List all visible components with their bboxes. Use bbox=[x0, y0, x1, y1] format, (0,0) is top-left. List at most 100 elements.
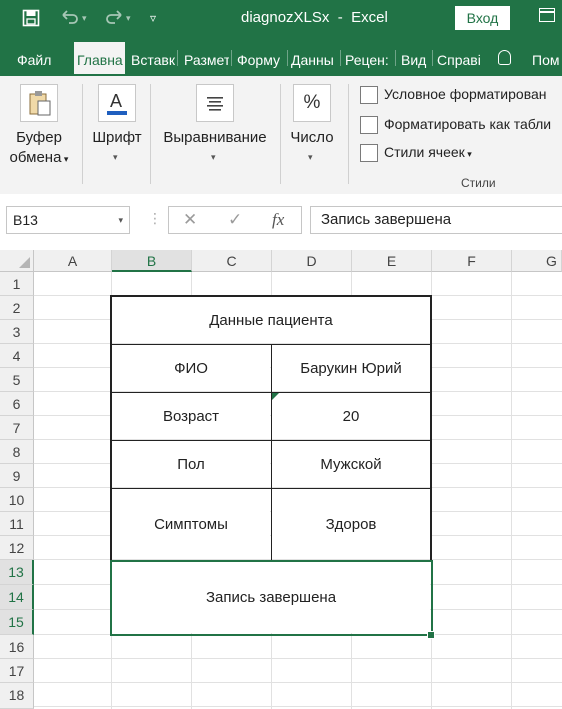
group-separator bbox=[348, 84, 349, 184]
save-icon[interactable] bbox=[22, 9, 40, 32]
tab-data[interactable]: Данны bbox=[291, 36, 339, 76]
chevron-down-icon[interactable]: ▾ bbox=[113, 152, 118, 163]
tab-page-layout[interactable]: Размет bbox=[184, 36, 229, 76]
tab-file[interactable]: Файл bbox=[17, 36, 57, 76]
redo-icon[interactable] bbox=[104, 9, 124, 30]
clipboard-label-line2: обмена bbox=[9, 149, 62, 166]
name-box[interactable]: B13 ▾ bbox=[6, 206, 130, 234]
window-title: diagnozXLSx - Excel bbox=[241, 9, 388, 26]
name-box-value: B13 bbox=[13, 212, 38, 228]
table-border bbox=[111, 295, 112, 561]
column-header[interactable]: G bbox=[512, 250, 562, 272]
select-all-button[interactable] bbox=[0, 250, 34, 272]
column-header[interactable]: A bbox=[34, 250, 112, 272]
title-separator: - bbox=[337, 9, 343, 26]
row-header[interactable]: 11 bbox=[0, 512, 34, 536]
error-indicator-icon[interactable] bbox=[272, 393, 279, 400]
undo-dropdown-icon[interactable]: ▾ bbox=[82, 9, 87, 27]
format-as-table-icon bbox=[360, 116, 378, 135]
formula-input[interactable]: Запись завершена bbox=[310, 206, 562, 234]
row-header[interactable]: 6 bbox=[0, 392, 34, 416]
format-as-table-button[interactable]: Форматировать как табли bbox=[360, 116, 551, 138]
alignment-icon[interactable] bbox=[196, 84, 234, 122]
row-header[interactable]: 18 bbox=[0, 683, 34, 709]
formula-bar-grip-icon[interactable]: ⋮ bbox=[148, 210, 162, 227]
row-header[interactable]: 1 bbox=[0, 272, 34, 296]
alignment-group-label[interactable]: Выравнивание bbox=[158, 128, 272, 148]
gridline bbox=[34, 682, 562, 683]
lightbulb-icon[interactable] bbox=[498, 50, 511, 65]
tab-separator bbox=[432, 50, 433, 66]
app-name: Excel bbox=[351, 9, 388, 26]
tab-insert[interactable]: Вставк bbox=[131, 36, 176, 76]
row-header[interactable]: 15 bbox=[0, 610, 34, 635]
enter-icon[interactable]: ✓ bbox=[228, 210, 242, 230]
chevron-down-icon[interactable]: ▾ bbox=[118, 207, 123, 233]
row-header[interactable]: 14 bbox=[0, 585, 34, 610]
row-header[interactable]: 16 bbox=[0, 635, 34, 659]
column-header[interactable]: E bbox=[352, 250, 432, 272]
value-cell-symptoms[interactable]: Здоров bbox=[272, 489, 430, 559]
tab-separator bbox=[177, 50, 178, 66]
format-as-table-label: Форматировать как табли bbox=[384, 116, 552, 132]
row-header[interactable]: 9 bbox=[0, 464, 34, 488]
styles-group-caption: Стили bbox=[461, 176, 496, 190]
cancel-icon[interactable]: ✕ bbox=[183, 210, 197, 230]
tab-tell-me[interactable]: Пом bbox=[532, 36, 562, 76]
column-header[interactable]: B bbox=[112, 250, 192, 272]
chevron-down-icon[interactable]: ▾ bbox=[308, 152, 313, 163]
tab-separator bbox=[231, 50, 232, 66]
table-border bbox=[110, 296, 432, 297]
ribbon: Буфер обмена ▾ A Шрифт ▾ Выравнивание ▾ … bbox=[0, 76, 562, 195]
formula-bar: B13 ▾ ⋮ ✕ ✓ fx Запись завершена bbox=[0, 194, 562, 250]
chevron-down-icon: ▾ bbox=[61, 154, 69, 164]
row-header[interactable]: 10 bbox=[0, 488, 34, 512]
row-header[interactable]: 2 bbox=[0, 296, 34, 320]
value-cell-name[interactable]: Барукин Юрий bbox=[272, 345, 430, 391]
clipboard-icon[interactable] bbox=[20, 84, 58, 122]
tab-formulas[interactable]: Форму bbox=[237, 36, 285, 76]
table-border bbox=[431, 295, 432, 561]
undo-icon[interactable] bbox=[60, 9, 80, 30]
percent-icon[interactable]: % bbox=[293, 84, 331, 122]
font-icon[interactable]: A bbox=[98, 84, 136, 122]
number-group-label[interactable]: Число bbox=[284, 128, 340, 148]
table-title-cell[interactable]: Данные пациента bbox=[112, 297, 430, 343]
tab-review[interactable]: Рецен: bbox=[345, 36, 393, 76]
ribbon-display-options-icon[interactable] bbox=[539, 8, 555, 22]
value-cell-sex[interactable]: Мужской bbox=[272, 441, 430, 487]
insert-function-icon[interactable]: fx bbox=[272, 210, 284, 230]
tab-help[interactable]: Справі bbox=[437, 36, 485, 76]
value-cell-age[interactable]: 20 bbox=[272, 393, 430, 439]
sign-in-button[interactable]: Вход bbox=[455, 6, 510, 30]
font-group-label[interactable]: Шрифт bbox=[88, 128, 146, 148]
row-header[interactable]: 7 bbox=[0, 416, 34, 440]
cell-styles-label: Стили ячеек bbox=[384, 144, 465, 160]
row-header[interactable]: 4 bbox=[0, 344, 34, 368]
label-cell-age[interactable]: Возраст bbox=[112, 393, 270, 439]
row-header[interactable]: 12 bbox=[0, 536, 34, 560]
tab-separator bbox=[340, 50, 341, 66]
row-header[interactable]: 3 bbox=[0, 320, 34, 344]
cell-styles-button[interactable]: Стили ячеек ▾ bbox=[360, 144, 472, 166]
gridline bbox=[34, 706, 562, 707]
tab-home[interactable]: Главна bbox=[74, 42, 125, 76]
column-header[interactable]: C bbox=[192, 250, 272, 272]
label-cell-symptoms[interactable]: Симптомы bbox=[112, 489, 270, 559]
row-header[interactable]: 5 bbox=[0, 368, 34, 392]
conditional-formatting-button[interactable]: Условное форматирован bbox=[360, 86, 547, 108]
chevron-down-icon[interactable]: ▾ bbox=[211, 152, 216, 163]
fill-handle[interactable] bbox=[427, 631, 435, 639]
tab-view[interactable]: Вид bbox=[401, 36, 429, 76]
row-header[interactable]: 8 bbox=[0, 440, 34, 464]
file-name: diagnozXLSx bbox=[241, 9, 330, 26]
column-header[interactable]: F bbox=[432, 250, 512, 272]
customize-qat-icon[interactable]: ▿ bbox=[150, 9, 156, 27]
row-header[interactable]: 13 bbox=[0, 560, 34, 585]
label-cell-sex[interactable]: Пол bbox=[112, 441, 270, 487]
label-cell-name[interactable]: ФИО bbox=[112, 345, 270, 391]
redo-dropdown-icon[interactable]: ▾ bbox=[126, 9, 131, 27]
clipboard-group-label[interactable]: Буфер обмена ▾ bbox=[8, 128, 70, 169]
column-header[interactable]: D bbox=[272, 250, 352, 272]
row-header[interactable]: 17 bbox=[0, 659, 34, 683]
